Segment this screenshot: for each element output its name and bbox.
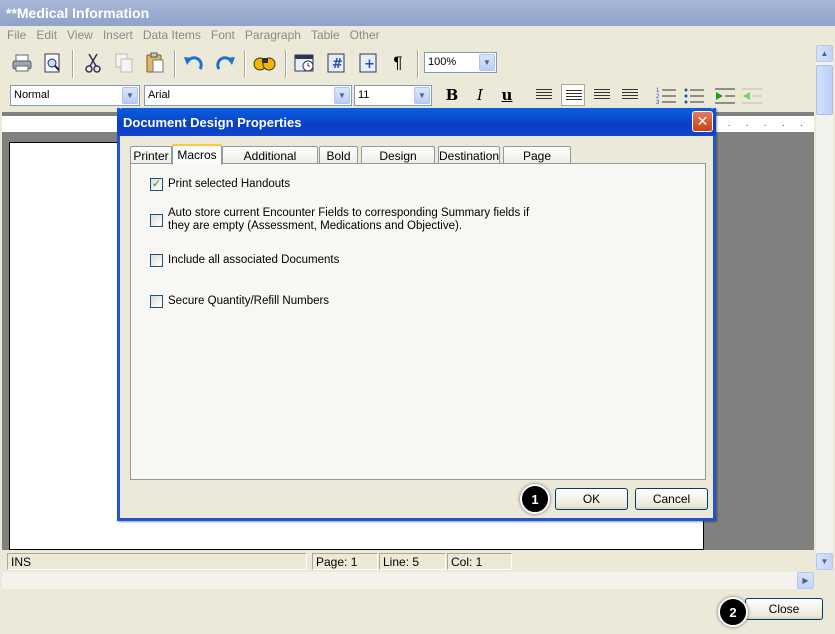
checkbox-include-documents[interactable]: Include all associated Documents (150, 254, 339, 267)
tab-macros[interactable]: Macros (172, 144, 222, 165)
menu-edit[interactable]: Edit (31, 26, 62, 44)
scroll-right-icon[interactable]: ▶ (797, 572, 814, 589)
toolbar-separator (417, 50, 419, 78)
print-icon[interactable] (9, 50, 35, 76)
scroll-thumb[interactable] (816, 65, 833, 115)
menu-font[interactable]: Font (206, 26, 240, 44)
justify-button[interactable] (618, 84, 642, 106)
italic-button[interactable]: I (468, 84, 492, 106)
bullet-list-icon[interactable] (682, 84, 706, 106)
checkbox-secure-quantity[interactable]: Secure Quantity/Refill Numbers (150, 295, 329, 308)
page-number-icon[interactable]: # (323, 50, 349, 76)
cancel-button[interactable]: Cancel (635, 488, 708, 510)
pilcrow-icon[interactable]: ¶ (385, 50, 411, 76)
svg-text:3: 3 (656, 100, 660, 106)
chevron-down-icon[interactable]: ▼ (122, 87, 138, 104)
bold-button[interactable]: B (440, 84, 464, 106)
svg-text:#: # (332, 57, 343, 72)
close-icon[interactable]: ✕ (692, 111, 713, 132)
checkbox-unchecked[interactable] (150, 295, 163, 308)
toolbar-separator (72, 50, 74, 78)
menu-other[interactable]: Other (345, 26, 385, 44)
svg-text:+: + (364, 57, 375, 72)
checkbox-label: Include all associated Documents (168, 254, 340, 266)
numbered-list-icon[interactable]: 123 (654, 84, 678, 106)
macros-panel: ✓ Print selected Handouts Auto store cur… (130, 163, 706, 480)
status-bar: INS Page: 1 Line: 5 Col: 1 (2, 551, 814, 571)
status-line: Line: 5 (379, 553, 446, 570)
window-title: **Medical Information (0, 0, 835, 26)
toolbar-separator (285, 50, 287, 78)
menu-paragraph[interactable]: Paragraph (240, 26, 306, 44)
chevron-down-icon[interactable]: ▼ (414, 87, 430, 104)
menu-bar: File Edit View Insert Data Items Font Pa… (0, 26, 835, 44)
menu-data-items[interactable]: Data Items (138, 26, 206, 44)
font-select[interactable]: Arial ▼ (144, 85, 352, 106)
close-button[interactable]: Close (745, 598, 823, 620)
menu-view[interactable]: View (62, 26, 98, 44)
font-size-select[interactable]: 11 ▼ (354, 85, 432, 106)
checkbox-auto-store-fields[interactable]: Auto store current Encounter Fields to c… (150, 207, 550, 233)
status-col: Col: 1 (447, 553, 512, 570)
increase-indent-icon[interactable] (713, 84, 737, 106)
style-select[interactable]: Normal ▼ (10, 85, 140, 106)
checkbox-label: Print selected Handouts (168, 178, 291, 190)
checkbox-unchecked[interactable] (150, 254, 163, 267)
tab-design-types[interactable]: Design Types (361, 146, 435, 177)
vertical-scrollbar[interactable]: ▲ ▼ (816, 45, 833, 570)
menu-insert[interactable]: Insert (98, 26, 138, 44)
tab-printer[interactable]: Printer (130, 146, 172, 164)
paste-icon[interactable] (142, 50, 168, 76)
checkbox-checked[interactable]: ✓ (150, 178, 163, 191)
callout-badge-2: 2 (718, 597, 748, 627)
date-time-icon[interactable] (292, 50, 318, 76)
font-value: Arial (148, 89, 171, 101)
bottom-panel (0, 589, 835, 634)
chevron-down-icon[interactable]: ▼ (334, 87, 350, 104)
zoom-select[interactable]: 100% ▼ (424, 52, 497, 73)
tab-page-layout[interactable]: Page Layout (503, 146, 571, 177)
style-value: Normal (14, 89, 50, 101)
tab-destination[interactable]: Destination (438, 146, 500, 164)
align-right-button[interactable] (590, 84, 614, 106)
scroll-down-icon[interactable]: ▼ (816, 553, 833, 570)
redo-icon[interactable] (212, 50, 238, 76)
tab-additional-reports[interactable]: Additional Reports (222, 146, 318, 177)
standard-toolbar: # + ¶ 100% ▼ (0, 45, 815, 81)
page-count-icon[interactable]: + (355, 50, 381, 76)
checkbox-label: Auto store current Encounter Fields to c… (168, 207, 530, 232)
cut-icon[interactable] (80, 50, 106, 76)
chevron-down-icon[interactable]: ▼ (479, 54, 495, 71)
underline-button[interactable]: u (495, 84, 519, 106)
copy-icon[interactable] (111, 50, 137, 76)
checkbox-print-handouts[interactable]: ✓ Print selected Handouts (150, 178, 290, 191)
undo-icon[interactable] (181, 50, 207, 76)
dialog-title: Document Design Properties ✕ (117, 108, 716, 136)
menu-table[interactable]: Table (306, 26, 345, 44)
checkbox-label: Secure Quantity/Refill Numbers (168, 295, 330, 307)
print-preview-icon[interactable] (39, 50, 65, 76)
decrease-indent-icon[interactable] (740, 84, 764, 106)
toolbar-separator (244, 50, 246, 78)
align-center-button[interactable] (561, 84, 585, 106)
checkbox-unchecked[interactable] (150, 214, 163, 227)
font-size-value: 11 (358, 89, 370, 101)
align-left-button[interactable] (532, 84, 556, 106)
horizontal-scrollbar[interactable]: ▶ (2, 572, 814, 589)
status-mode: INS (7, 553, 307, 570)
tab-bold[interactable]: Bold (319, 146, 358, 164)
ok-button[interactable]: OK (555, 488, 628, 510)
zoom-value: 100% (428, 56, 457, 68)
document-design-properties-dialog: Document Design Properties ✕ Printer Mac… (117, 108, 716, 521)
toolbar-separator (174, 50, 176, 78)
menu-file[interactable]: File (2, 26, 31, 44)
scroll-up-icon[interactable]: ▲ (816, 45, 833, 62)
status-page: Page: 1 (312, 553, 378, 570)
dialog-title-text: Document Design Properties (123, 115, 302, 130)
callout-badge-1: 1 (520, 484, 550, 514)
find-icon[interactable] (252, 50, 278, 76)
